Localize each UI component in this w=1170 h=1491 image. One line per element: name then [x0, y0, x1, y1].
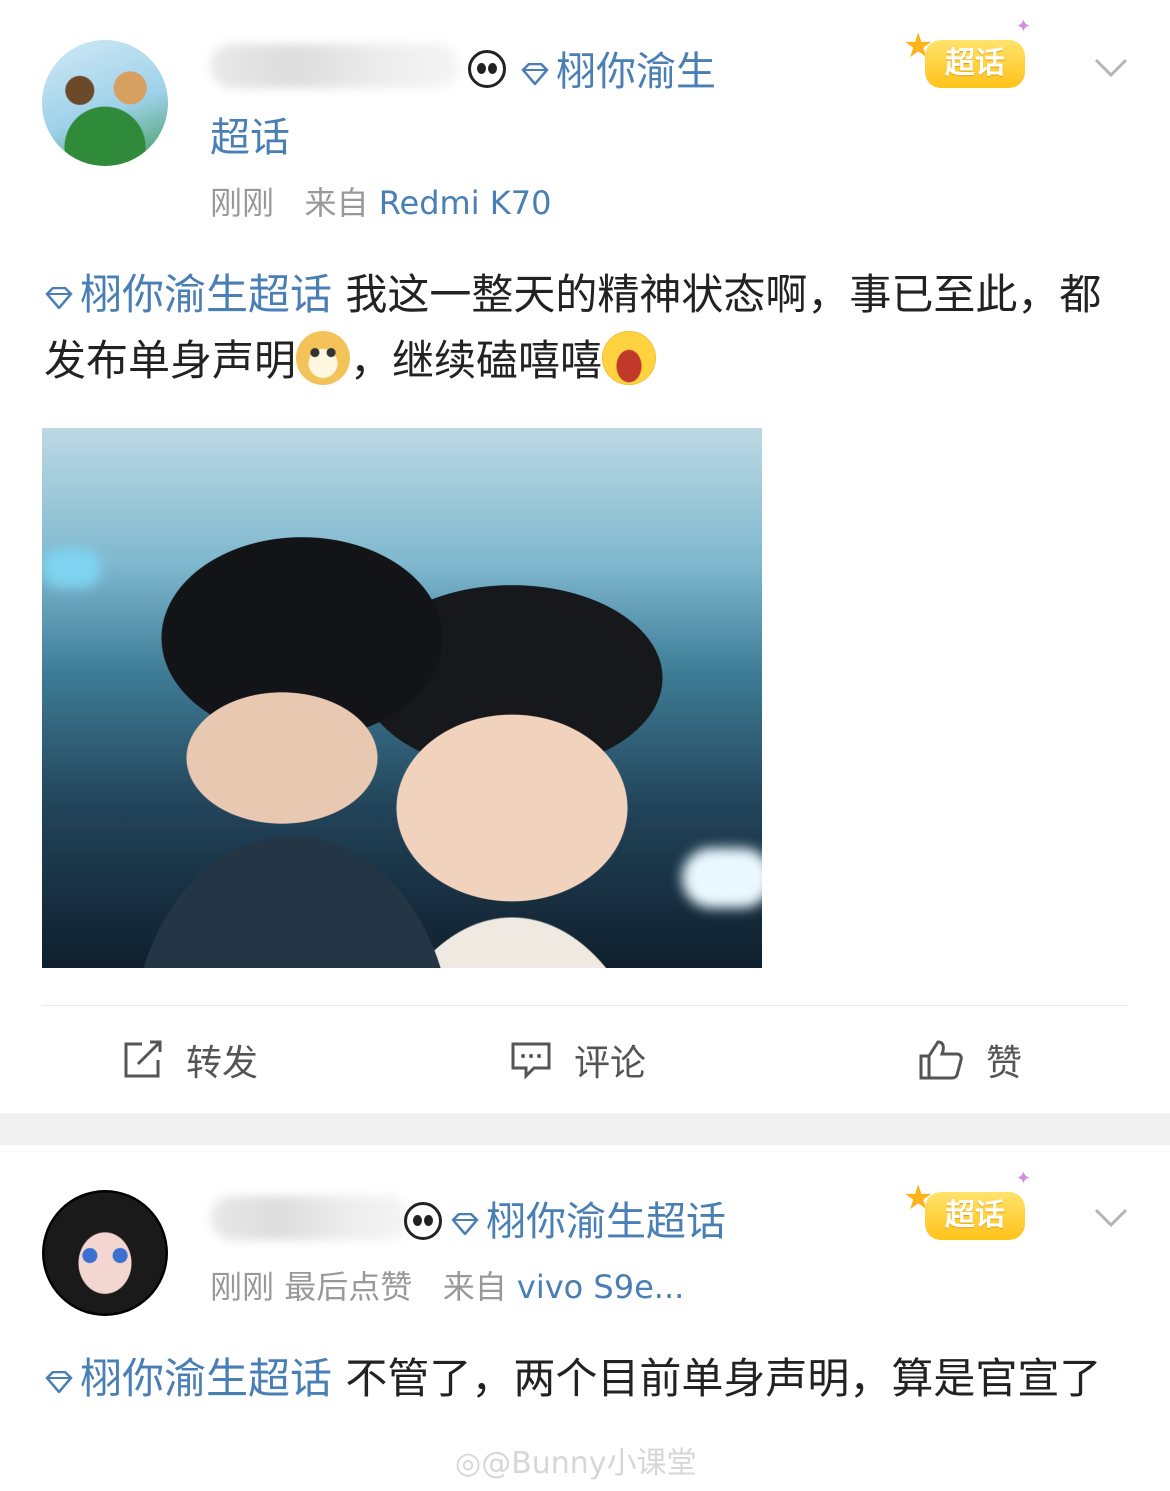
chevron-down-icon[interactable]: [1094, 58, 1128, 78]
post-image[interactable]: [42, 428, 762, 968]
content-text-2: ，继续磕嘻嘻: [350, 336, 603, 385]
panda-icon: [404, 1202, 442, 1240]
content-topic-link[interactable]: 栩你渝生超话: [44, 1354, 332, 1403]
topic-title[interactable]: 栩你渝生: [520, 48, 716, 96]
topic-title-text: 栩你渝生: [556, 49, 716, 95]
sparkle-icon: ✦: [1015, 16, 1031, 37]
comment-icon: [511, 1042, 551, 1080]
source-prefix: 来自: [442, 1268, 507, 1306]
content-text: 不管了，两个目前单身声明，算是官宣了: [332, 1354, 1102, 1403]
topic-title-line2[interactable]: 超话: [210, 114, 290, 162]
repost-button[interactable]: 转发: [122, 1030, 258, 1090]
watermark: ◎@Bunny小课堂: [455, 1438, 697, 1482]
content-topic-link[interactable]: 栩你渝生超话: [44, 270, 332, 319]
avatar[interactable]: [42, 40, 168, 166]
diamond-icon: [521, 63, 549, 85]
content-topic-text: 栩你渝生超话: [80, 1354, 333, 1403]
source-device[interactable]: Redmi K70: [379, 184, 552, 222]
supertopic-badge[interactable]: ★ ✦ 超话: [895, 16, 1045, 96]
feed-separator: [0, 1113, 1170, 1145]
light-reflection: [682, 848, 762, 908]
post-meta: 刚刚 最后点赞 来自 vivo S9e...: [210, 1262, 684, 1308]
supertopic-badge[interactable]: ★ ✦ 超话: [895, 1168, 1045, 1248]
repost-icon: [124, 1040, 162, 1078]
comment-label: 评论: [574, 1043, 647, 1084]
comment-button[interactable]: 评论: [510, 1030, 646, 1090]
topic-title[interactable]: 栩你渝生超话: [450, 1198, 726, 1246]
badge-label: 超话: [925, 1192, 1025, 1240]
light-reflection: [42, 548, 102, 588]
avatar[interactable]: [42, 1190, 168, 1316]
diamond-icon: [45, 286, 73, 309]
content-topic-text: 栩你渝生超话: [80, 270, 333, 319]
diamond-icon: [451, 1213, 479, 1235]
watermark-text: @Bunny小课堂: [481, 1446, 697, 1481]
laughing-emoji-icon: [602, 331, 657, 385]
post-content: 栩你渝生超话 不管了，两个目前单身声明，算是官宣了: [44, 1346, 1124, 1412]
divider: [42, 1005, 1128, 1006]
post-time: 刚刚: [210, 1268, 275, 1306]
like-label: 赞: [986, 1043, 1023, 1084]
weibo-logo-icon: ◎: [455, 1446, 482, 1481]
like-button[interactable]: 赞: [918, 1030, 1022, 1090]
topic-title-text: 栩你渝生超话: [486, 1199, 726, 1245]
doge-emoji-icon: [296, 331, 351, 385]
post-time: 刚刚: [210, 184, 275, 222]
source-device[interactable]: vivo S9e...: [517, 1268, 684, 1306]
sparkle-icon: ✦: [1015, 1168, 1031, 1189]
repost-label: 转发: [186, 1043, 259, 1084]
thumbs-up-icon: [919, 1040, 963, 1080]
badge-label: 超话: [925, 40, 1025, 88]
post-content: 栩你渝生超话 我这一整天的精神状态啊，事已至此，都发布单身声明 ，继续磕嘻嘻: [44, 262, 1124, 394]
panda-icon: [468, 50, 506, 88]
username-blurred[interactable]: [210, 1196, 410, 1240]
username-blurred[interactable]: [210, 44, 460, 88]
last-like-label: 最后点赞: [284, 1268, 413, 1306]
post-meta: 刚刚 来自 Redmi K70: [210, 178, 551, 224]
diamond-icon: [45, 1370, 73, 1393]
source-prefix: 来自: [304, 184, 369, 222]
chevron-down-icon[interactable]: [1094, 1208, 1128, 1228]
